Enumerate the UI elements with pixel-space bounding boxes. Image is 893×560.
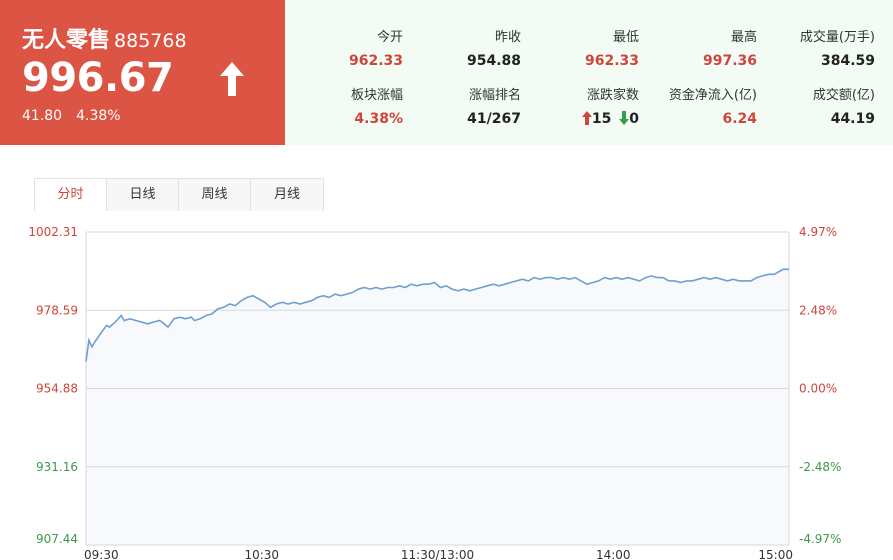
- x-tick-label: 10:30: [244, 548, 279, 560]
- stat-rank: 涨幅排名 41/267: [403, 84, 521, 127]
- up-count: 15: [591, 111, 612, 127]
- x-tick-label: 15:00: [758, 548, 793, 560]
- up-arrow-icon: [220, 62, 244, 96]
- stat-label: 成交额(亿): [812, 88, 875, 103]
- stat-label: 今开: [376, 30, 403, 45]
- stat-label: 涨跌家数: [586, 88, 639, 103]
- stat-value: 962.33: [348, 53, 403, 69]
- sector-name-text: 无人零售: [22, 28, 111, 53]
- sector-code: 885768: [114, 30, 187, 52]
- y-tick-right: -4.97%: [799, 532, 841, 546]
- sector-name: 无人零售 885768: [22, 22, 187, 54]
- x-tick-label: 11:30/13:00: [401, 548, 474, 560]
- chart-period-tabs: 分时 日线 周线 月线: [34, 178, 324, 211]
- stat-value: 15 0: [521, 111, 639, 127]
- y-tick-right: 4.97%: [799, 225, 837, 239]
- change-percent: 4.38%: [76, 108, 121, 124]
- stat-label: 涨幅排名: [468, 88, 521, 103]
- stat-value: 962.33: [584, 53, 639, 69]
- stat-sector-change: 板块涨幅 4.38%: [285, 84, 403, 127]
- stats-panel: 今开 962.33 昨收 954.88 最低 962.33 最高 997.36 …: [285, 0, 893, 145]
- stat-open: 今开 962.33: [285, 26, 403, 69]
- stat-label: 资金净流入(亿): [668, 88, 757, 103]
- x-tick-label: 09:30: [84, 548, 119, 560]
- stat-value: 6.24: [722, 111, 757, 127]
- stat-low: 最低 962.33: [521, 26, 639, 69]
- y-tick-left: 978.59: [36, 303, 78, 317]
- stat-value: 384.59: [820, 53, 875, 69]
- tab-daily[interactable]: 日线: [107, 179, 179, 211]
- stat-value: 954.88: [466, 53, 521, 69]
- stat-label: 最低: [612, 30, 639, 45]
- tab-weekly[interactable]: 周线: [179, 179, 251, 211]
- stat-volume: 成交量(万手) 384.59: [757, 26, 875, 69]
- tab-monthly[interactable]: 月线: [251, 179, 323, 211]
- up-arrow-icon: [581, 111, 592, 125]
- down-count: 0: [629, 111, 639, 127]
- stat-prev-close: 昨收 954.88: [403, 26, 521, 69]
- current-price: 996.67: [22, 55, 174, 101]
- x-tick-label: 14:00: [596, 548, 631, 560]
- y-tick-left: 931.16: [36, 460, 78, 474]
- stat-value: 41/267: [467, 111, 521, 127]
- stat-label: 板块涨幅: [350, 88, 403, 103]
- stat-label: 昨收: [494, 30, 521, 45]
- stat-label: 成交量(万手): [799, 30, 875, 45]
- stat-up-down-count: 涨跌家数 15 0: [521, 84, 639, 127]
- y-tick-left: 1002.31: [28, 225, 78, 239]
- tab-intraday[interactable]: 分时: [35, 179, 107, 211]
- quote-panel: 无人零售 885768 996.67 41.80 4.38%: [0, 0, 285, 145]
- stat-turnover: 成交额(亿) 44.19: [757, 84, 875, 127]
- stat-value: 4.38%: [354, 111, 403, 127]
- stat-net-inflow: 资金净流入(亿) 6.24: [639, 84, 757, 127]
- y-tick-right: -2.48%: [799, 460, 841, 474]
- y-tick-left: 954.88: [36, 382, 78, 396]
- stat-value: 997.36: [702, 53, 757, 69]
- y-tick-left: 907.44: [36, 532, 78, 546]
- price-change: 41.80 4.38%: [22, 108, 121, 124]
- y-tick-right: 0.00%: [799, 382, 837, 396]
- down-arrow-icon: [619, 111, 630, 125]
- stat-high: 最高 997.36: [639, 26, 757, 69]
- stat-label: 最高: [730, 30, 757, 45]
- y-tick-right: 2.48%: [799, 303, 837, 317]
- change-amount: 41.80: [22, 108, 63, 124]
- intraday-chart[interactable]: 1002.31 4.97% 978.59 2.48% 954.88 0.00% 931.16…: [0, 215, 893, 560]
- stat-value: 44.19: [830, 111, 875, 127]
